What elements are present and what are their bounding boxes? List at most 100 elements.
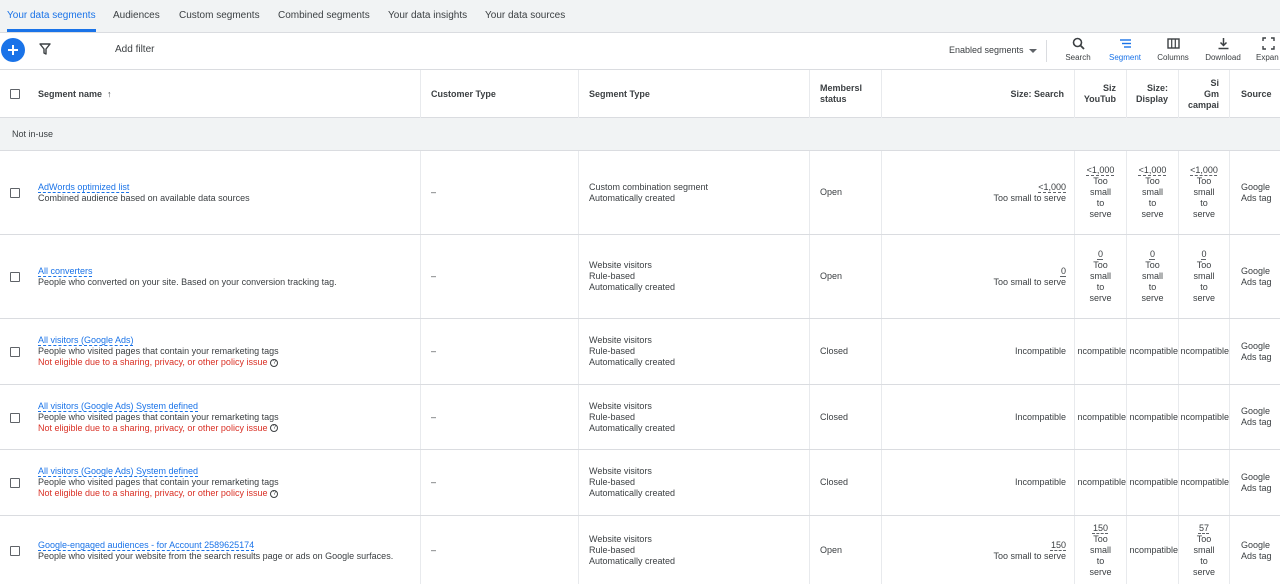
header-size-display[interactable]: Size: Display: [1127, 70, 1179, 118]
segment-type-line: Website visitors: [589, 260, 652, 270]
size-gmail-value: 0: [1201, 249, 1207, 259]
header-size-youtube-line2: YouTub: [1083, 94, 1116, 104]
size-gmail-value: ncompatible: [1180, 411, 1229, 422]
tab-your-data-sources[interactable]: Your data sources: [485, 0, 565, 32]
header-size-display-line1: Size:: [1146, 83, 1168, 93]
cell-search: Incompatible: [882, 319, 1075, 384]
tab-combined-segments[interactable]: Combined segments: [278, 0, 370, 32]
segment-button[interactable]: Segment: [1105, 37, 1145, 62]
header-checkbox-cell: [0, 70, 29, 118]
segment-name-link[interactable]: All visitors (Google Ads): [38, 335, 134, 346]
segment-description: People who visited your website from the…: [38, 550, 394, 561]
customer-type-value: –: [431, 477, 437, 487]
header-segment-name[interactable]: Segment name ↑: [29, 70, 421, 118]
columns-label: Columns: [1157, 53, 1189, 62]
segment-name-link[interactable]: All converters: [38, 266, 93, 277]
cell-src: Google Ads tag: [1230, 516, 1280, 584]
caret-down-icon: [1028, 48, 1037, 53]
segment-type-line: Automatically created: [589, 282, 676, 292]
segment-description: Combined audience based on available dat…: [38, 192, 250, 203]
help-icon[interactable]: ?: [270, 358, 279, 367]
size-gmail-value: <1,000: [1190, 165, 1218, 175]
header-segment-type[interactable]: Segment Type: [579, 70, 810, 118]
segment-name-link[interactable]: All visitors (Google Ads) System defined: [38, 466, 198, 477]
size-youtube-value: ncompatible: [1077, 477, 1126, 487]
header-size-gmail-line1: Si: [1210, 77, 1219, 88]
size-display-note: Too: [1145, 260, 1160, 270]
help-icon[interactable]: ?: [270, 424, 279, 433]
policy-warning: Not eligible due to a sharing, privacy, …: [38, 357, 420, 368]
header-size-search[interactable]: Size: Search: [882, 70, 1075, 118]
header-segment-name-label: Segment name: [38, 88, 103, 99]
row-checkbox[interactable]: [10, 478, 20, 488]
download-button[interactable]: Download: [1203, 37, 1243, 62]
segment-name-link[interactable]: AdWords optimized list: [38, 182, 129, 193]
size-gmail-note: Too: [1196, 534, 1212, 544]
row-checkbox[interactable]: [10, 188, 20, 198]
tab-audiences[interactable]: Audiences: [113, 0, 160, 32]
tab-your-data-insights[interactable]: Your data insights: [388, 0, 467, 32]
cell-gm: ncompatible: [1179, 450, 1230, 515]
segment-type-line: Rule-based: [589, 271, 636, 281]
source-line: Google: [1241, 539, 1271, 550]
segment-icon: [1119, 39, 1131, 48]
row-checkbox[interactable]: [10, 412, 20, 423]
policy-warning-text: Not eligible due to a sharing, privacy, …: [38, 422, 268, 433]
header-source[interactable]: Source: [1230, 70, 1280, 118]
cell-search: Incompatible: [882, 385, 1075, 449]
size-gmail-note: small: [1193, 271, 1215, 281]
tab-custom-segments[interactable]: Custom segments: [179, 0, 260, 32]
tab-your-data-segments[interactable]: Your data segments: [7, 0, 96, 32]
size-youtube-note: Too: [1093, 260, 1108, 270]
cell-yt: 150 Too small to serve: [1075, 516, 1127, 584]
size-gmail-note: small: [1193, 187, 1215, 197]
cell-disp: ncompatible: [1127, 319, 1179, 384]
add-filter-button[interactable]: Add filter: [115, 44, 154, 55]
table-row: Google-engaged audiences - for Account 2…: [0, 516, 1280, 584]
enabled-segments-dropdown[interactable]: Enabled segments: [949, 45, 1037, 55]
header-size-youtube[interactable]: Siz YouTub: [1075, 70, 1127, 118]
help-icon[interactable]: ?: [270, 489, 279, 498]
source-line: Google: [1241, 340, 1271, 351]
customer-type-value: –: [431, 411, 437, 422]
size-gmail-value: 57: [1198, 523, 1209, 533]
header-size-gmail[interactable]: Si Gm campai: [1179, 70, 1230, 118]
membership-status-value: Open: [820, 271, 843, 281]
segment-description: People who visited pages that contain yo…: [38, 477, 279, 487]
cell-gm: <1,000 Too small to serve: [1179, 151, 1230, 234]
search-button[interactable]: Search: [1058, 37, 1098, 62]
segment-type-line: Website visitors: [589, 400, 652, 411]
size-gmail-note: to: [1200, 198, 1208, 208]
size-display-value: ncompatible: [1129, 411, 1178, 422]
header-size-gmail-line2: Gm: [1203, 88, 1219, 99]
size-gmail-note: Too: [1196, 260, 1212, 270]
columns-button[interactable]: Columns: [1153, 37, 1193, 62]
cell-yt: 0 Too small to serve: [1075, 235, 1127, 318]
cell-mem: Closed: [810, 450, 882, 515]
segment-name-link[interactable]: All visitors (Google Ads) System defined: [38, 401, 198, 412]
row-checkbox[interactable]: [10, 272, 20, 282]
cell-yt: ncompatible: [1075, 385, 1127, 449]
filter-icon[interactable]: [38, 42, 52, 56]
cell-cust: –: [421, 450, 579, 515]
size-youtube-note: serve: [1089, 293, 1112, 303]
header-customer-type[interactable]: Customer Type: [421, 70, 579, 118]
row-checkbox[interactable]: [10, 546, 20, 556]
toolbar: Add filter Enabled segments Search Segme…: [0, 33, 1280, 70]
header-membership-line2: status: [820, 94, 847, 104]
source-line: Ads tag: [1241, 550, 1272, 561]
segment-name-link[interactable]: Google-engaged audiences - for Account 2…: [38, 540, 254, 551]
size-youtube-note: Too: [1093, 534, 1108, 544]
cell-type: Custom combination segment Automatically …: [579, 151, 810, 234]
segment-type-line: Automatically created: [589, 556, 676, 566]
row-checkbox[interactable]: [10, 347, 20, 357]
enabled-segments-label: Enabled segments: [949, 45, 1024, 55]
size-gmail-note: Too: [1196, 176, 1212, 186]
segment-type-line: Rule-based: [589, 346, 636, 356]
select-all-checkbox[interactable]: [10, 89, 20, 99]
cell-disp: <1,000 Too small to serve: [1127, 151, 1179, 234]
expand-button[interactable]: Expan: [1252, 37, 1280, 62]
header-membership-status[interactable]: Membersl status: [810, 70, 882, 118]
add-icon[interactable]: [1, 38, 25, 62]
size-youtube-note: to: [1096, 198, 1105, 208]
